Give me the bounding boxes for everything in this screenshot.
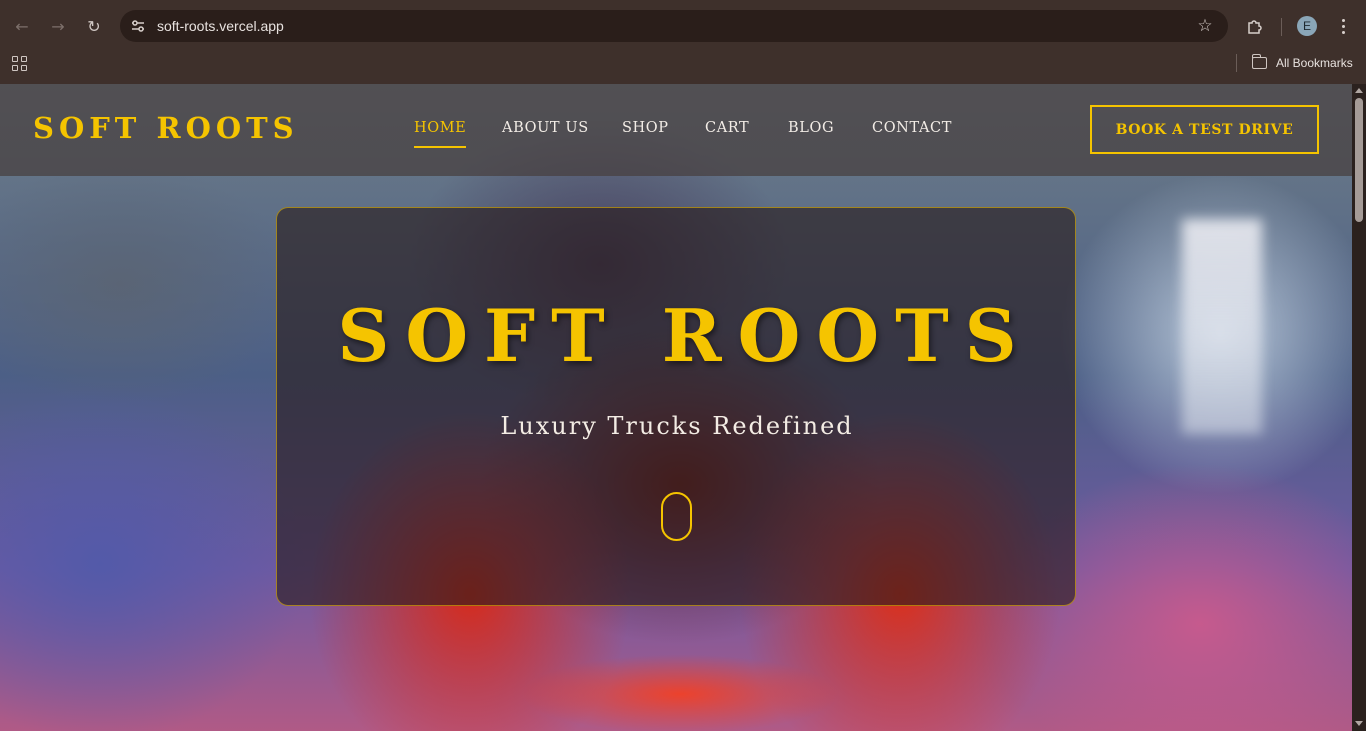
nav-blog[interactable]: BLOG xyxy=(788,120,834,136)
reload-icon: ↻ xyxy=(87,16,101,36)
browser-menu-button[interactable] xyxy=(1333,11,1353,41)
address-bar[interactable]: soft-roots.vercel.app ☆ xyxy=(120,10,1228,42)
nav-cart[interactable]: CART xyxy=(705,120,749,136)
brand-logo[interactable]: SOFT ROOTS xyxy=(33,111,299,145)
browser-chrome: ← → ↻ soft-roots.vercel.app ☆ E All Book… xyxy=(0,0,1366,84)
apps-grid-icon[interactable] xyxy=(12,56,27,71)
tune-icon xyxy=(132,20,144,32)
page-viewport: SOFT ROOTS HOME ABOUT US SHOP CART BLOG … xyxy=(0,84,1366,731)
bookmark-star-button[interactable]: ☆ xyxy=(1194,15,1216,37)
hero-card: SOFT ROOTS Luxury Trucks Redefined xyxy=(276,207,1076,606)
nav-shop[interactable]: SHOP xyxy=(622,120,669,136)
nav-home[interactable]: HOME xyxy=(414,120,467,148)
browser-toolbar: ← → ↻ soft-roots.vercel.app ☆ E xyxy=(0,8,1366,44)
bookmarks-divider xyxy=(1236,54,1237,72)
forward-button[interactable]: → xyxy=(43,8,73,44)
all-bookmarks-link[interactable]: All Bookmarks xyxy=(1276,56,1353,70)
scroll-down-arrow-icon[interactable] xyxy=(1355,721,1363,726)
url-text[interactable]: soft-roots.vercel.app xyxy=(157,18,284,34)
toolbar-divider xyxy=(1281,18,1282,36)
hero-title: SOFT ROOTS xyxy=(337,293,1033,378)
profile-avatar[interactable]: E xyxy=(1297,16,1317,36)
arrow-right-icon: → xyxy=(51,16,65,36)
background-light-panel xyxy=(1182,219,1262,434)
arrow-left-icon: ← xyxy=(15,16,29,36)
site-header: SOFT ROOTS HOME ABOUT US SHOP CART BLOG … xyxy=(0,84,1352,176)
background-floor-glow xyxy=(520,654,840,731)
extensions-button[interactable] xyxy=(1242,11,1268,41)
folder-icon[interactable] xyxy=(1251,54,1267,69)
star-icon: ☆ xyxy=(1197,16,1213,36)
book-test-drive-button[interactable]: BOOK A TEST DRIVE xyxy=(1090,105,1319,154)
site-info-button[interactable] xyxy=(128,16,148,36)
nav-about-us[interactable]: ABOUT US xyxy=(502,120,589,136)
nav-contact[interactable]: CONTACT xyxy=(872,120,952,136)
scrollbar-thumb[interactable] xyxy=(1355,98,1363,222)
page-scrollbar[interactable] xyxy=(1352,84,1366,731)
scroll-down-indicator[interactable] xyxy=(661,492,692,541)
scroll-up-arrow-icon[interactable] xyxy=(1355,88,1363,93)
puzzle-icon xyxy=(1248,20,1262,34)
reload-button[interactable]: ↻ xyxy=(79,8,109,44)
hero-subtitle: Luxury Trucks Redefined xyxy=(500,412,854,440)
back-button[interactable]: ← xyxy=(7,8,37,44)
kebab-menu-icon xyxy=(1341,18,1345,34)
bookmarks-bar: All Bookmarks xyxy=(0,50,1366,76)
